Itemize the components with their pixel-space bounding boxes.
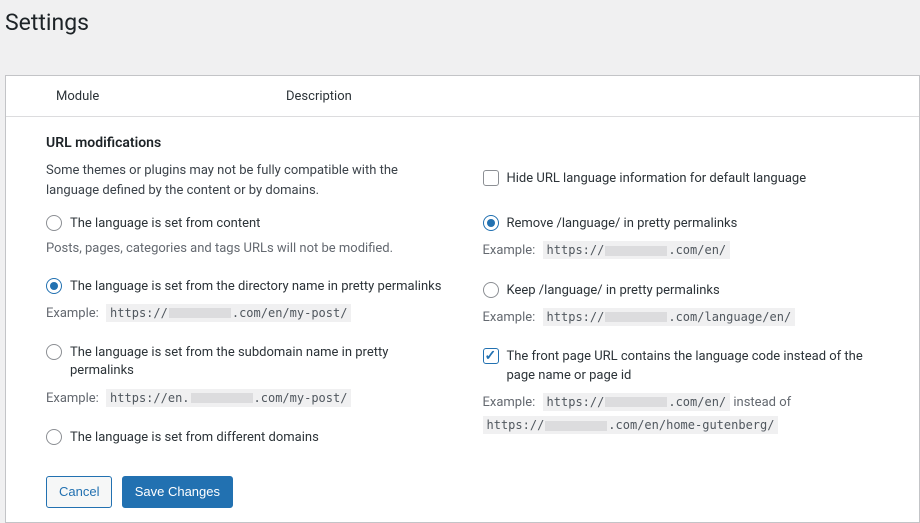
option-front-page-code: The front page URL contains the language… [483, 347, 880, 384]
example-code-subdomain: https://en..com/my-post/ [106, 389, 351, 407]
example-remove-language: Example: https://.com/en/ [483, 239, 880, 262]
left-column: Some themes or plugins may not be fully … [46, 161, 443, 456]
label-front-page-code: The front page URL contains the language… [507, 347, 880, 384]
table-header: Module Description [6, 76, 919, 117]
instead-of-text: instead of [733, 395, 791, 410]
action-buttons: Cancel Save Changes [6, 476, 919, 522]
radio-lang-from-directory[interactable] [46, 278, 62, 294]
example-label: Example: [46, 391, 99, 406]
redacted-domain [605, 246, 667, 256]
url-modifications-section: URL modifications Some themes or plugins… [6, 117, 919, 476]
redacted-domain [605, 397, 667, 407]
redacted-domain [169, 308, 231, 318]
right-column: Hide URL language information for defaul… [483, 161, 880, 456]
note-lang-from-content: Posts, pages, categories and tags URLs w… [46, 239, 443, 259]
option-lang-from-content: The language is set from content [46, 214, 443, 233]
example-label: Example: [46, 306, 99, 321]
redacted-domain [545, 421, 607, 431]
label-lang-from-content: The language is set from content [70, 214, 260, 233]
example-front-page: Example: https://.com/en/ instead of htt… [483, 391, 880, 438]
option-lang-from-subdomain: The language is set from the subdomain n… [46, 343, 443, 380]
label-remove-language: Remove /language/ in pretty permalinks [507, 214, 738, 233]
radio-keep-language[interactable] [483, 282, 499, 298]
example-code-front2: https://.com/en/home-gutenberg/ [483, 416, 779, 434]
redacted-domain [191, 393, 253, 403]
cancel-button[interactable]: Cancel [46, 476, 112, 508]
label-lang-from-domains: The language is set from different domai… [70, 428, 319, 447]
radio-lang-from-domains[interactable] [46, 429, 62, 445]
example-code-directory: https://.com/en/my-post/ [106, 304, 351, 322]
radio-lang-from-content[interactable] [46, 215, 62, 231]
example-code-keep: https://.com/language/en/ [543, 308, 796, 326]
checkbox-hide-default[interactable] [483, 170, 499, 186]
option-hide-default: Hide URL language information for defaul… [483, 169, 880, 188]
radio-remove-language[interactable] [483, 215, 499, 231]
settings-panel: Module Description URL modifications Som… [5, 75, 920, 523]
option-lang-from-directory: The language is set from the directory n… [46, 277, 443, 296]
redacted-domain [605, 312, 667, 322]
label-lang-from-subdomain: The language is set from the subdomain n… [70, 343, 443, 380]
label-lang-from-directory: The language is set from the directory n… [70, 277, 441, 296]
option-keep-language: Keep /language/ in pretty permalinks [483, 281, 880, 300]
example-lang-from-subdomain: Example: https://en..com/my-post/ [46, 387, 443, 410]
example-code-front1: https://.com/en/ [543, 393, 731, 411]
example-code-remove: https://.com/en/ [543, 241, 731, 259]
example-label: Example: [483, 310, 536, 325]
section-intro: Some themes or plugins may not be fully … [46, 161, 443, 200]
example-keep-language: Example: https://.com/language/en/ [483, 306, 880, 329]
radio-lang-from-subdomain[interactable] [46, 344, 62, 360]
col-header-module: Module [56, 89, 286, 104]
save-button[interactable]: Save Changes [122, 476, 233, 508]
option-lang-from-domains: The language is set from different domai… [46, 428, 443, 447]
page-title: Settings [5, 0, 920, 40]
option-remove-language: Remove /language/ in pretty permalinks [483, 214, 880, 233]
checkbox-front-page-code[interactable] [483, 348, 499, 364]
col-header-description: Description [286, 89, 352, 104]
example-lang-from-directory: Example: https://.com/en/my-post/ [46, 302, 443, 325]
label-hide-default: Hide URL language information for defaul… [507, 169, 807, 188]
example-label: Example: [483, 395, 536, 410]
label-keep-language: Keep /language/ in pretty permalinks [507, 281, 720, 300]
section-title: URL modifications [46, 135, 879, 151]
example-label: Example: [483, 243, 536, 258]
